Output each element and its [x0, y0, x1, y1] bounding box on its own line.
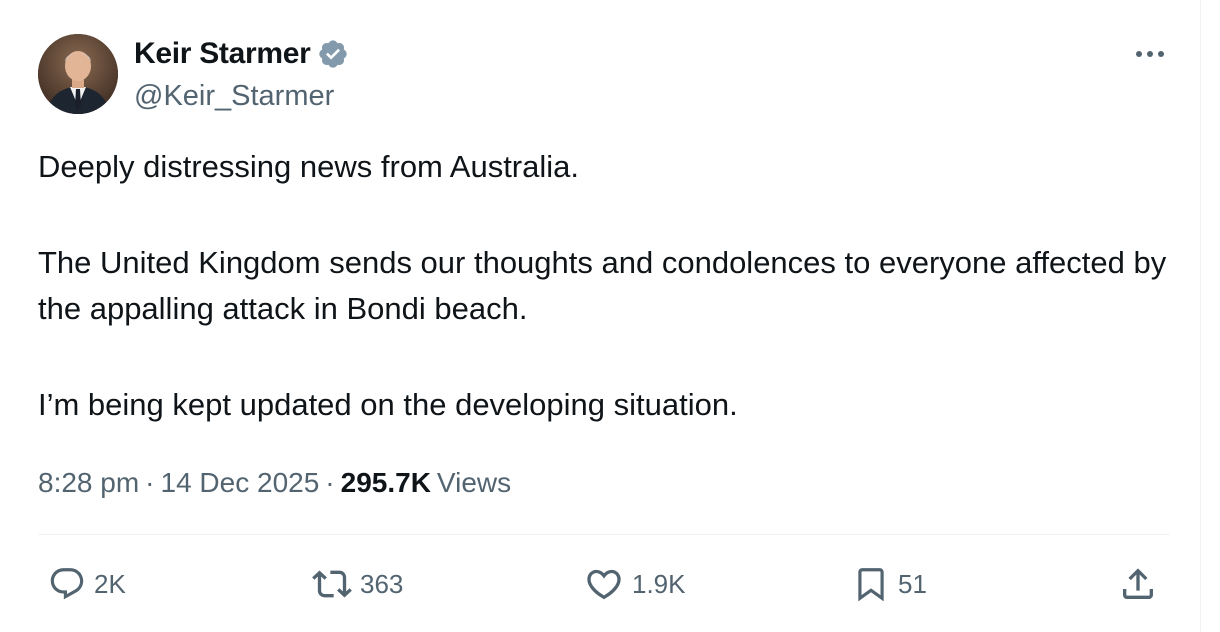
divider: [38, 534, 1170, 535]
tweet-meta: 8:28 pm · 14 Dec 2025 · 295.7K Views: [38, 462, 511, 504]
tweet-time[interactable]: 8:28 pm: [38, 462, 139, 504]
share-icon: [1123, 568, 1153, 599]
repost-count: 363: [360, 569, 404, 599]
bookmark-icon: [858, 568, 884, 602]
views-label: Views: [436, 467, 512, 498]
more-options-button[interactable]: [1132, 40, 1168, 68]
repost-icon: [312, 570, 352, 598]
tweet-text: Deeply distressing news from Australia. …: [38, 144, 1178, 428]
bookmark-button[interactable]: 51: [852, 562, 927, 606]
share-button[interactable]: [1118, 562, 1158, 606]
meta-separator: ·: [145, 467, 155, 498]
name-row: Keir Starmer: [134, 34, 349, 74]
author-info: Keir Starmer @Keir_Starmer: [134, 34, 349, 116]
avatar[interactable]: [38, 34, 118, 114]
display-name[interactable]: Keir Starmer: [134, 34, 311, 74]
ellipsis-icon: [1136, 51, 1164, 57]
tweet-card: Keir Starmer @Keir_Starmer Deeply distre…: [0, 0, 1201, 632]
heart-icon: [587, 569, 621, 600]
tweet-paragraph: I’m being kept updated on the developing…: [38, 387, 738, 422]
reply-button[interactable]: 2K: [48, 562, 126, 606]
tweet-date[interactable]: 14 Dec 2025: [161, 462, 320, 504]
tweet-paragraph: Deeply distressing news from Australia.: [38, 149, 580, 184]
tweet-paragraph: The United Kingdom sends our thoughts an…: [38, 245, 1167, 326]
repost-button[interactable]: 363: [312, 562, 403, 606]
meta-separator: ·: [325, 467, 335, 498]
like-button[interactable]: 1.9K: [584, 562, 686, 606]
profile-photo-icon: [38, 34, 118, 114]
views-count: 295.7K: [340, 467, 431, 498]
reply-icon: [50, 568, 84, 600]
verified-badge-icon[interactable]: [317, 38, 349, 70]
like-count: 1.9K: [632, 569, 686, 599]
bookmark-count: 51: [898, 569, 927, 599]
reply-count: 2K: [94, 569, 126, 599]
user-handle[interactable]: @Keir_Starmer: [134, 76, 349, 116]
